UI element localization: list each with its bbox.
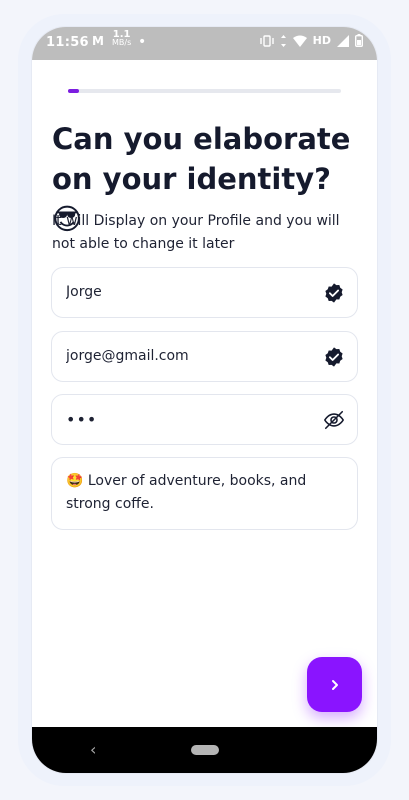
vibrate-icon: [259, 34, 274, 47]
status-icons: HD: [259, 34, 363, 47]
page-subtitle: It will Display on your Profile and you …: [52, 213, 340, 252]
phone-screen: 11:56 M 1.1 MB/s • HD Can you elaborate …: [32, 27, 377, 773]
status-bar: 11:56 M 1.1 MB/s • HD: [32, 27, 377, 60]
bio-text[interactable]: 🤩 Lover of adventure, books, and strong …: [66, 470, 346, 516]
data-arrows-icon: [280, 34, 286, 47]
eye-off-icon[interactable]: [323, 409, 345, 431]
carrier-icon: M: [92, 34, 104, 48]
system-nav-bar: ‹: [32, 727, 377, 773]
next-button[interactable]: [307, 657, 362, 712]
wifi-icon: [292, 35, 307, 47]
home-pill[interactable]: [191, 745, 219, 755]
notification-dot: •: [138, 34, 147, 50]
chevron-right-icon: [331, 679, 338, 690]
email-input[interactable]: [66, 332, 311, 381]
battery-icon: [355, 34, 363, 47]
progress-bar: [68, 89, 341, 93]
name-input[interactable]: [66, 268, 311, 317]
status-time: 11:56: [46, 35, 89, 50]
verified-badge-icon: [325, 347, 343, 367]
progress-bar-fill: [68, 89, 79, 93]
password-field[interactable]: •••: [51, 394, 358, 445]
hd-label: HD: [312, 34, 331, 47]
network-speed-unit: MB/s: [112, 38, 132, 47]
bio-field[interactable]: 🤩 Lover of adventure, books, and strong …: [51, 457, 358, 530]
email-field[interactable]: [51, 331, 358, 382]
signal-icon: [337, 34, 349, 47]
password-input[interactable]: •••: [66, 395, 311, 444]
network-speed: 1.1 MB/s: [112, 30, 132, 47]
back-icon[interactable]: ‹: [90, 740, 96, 759]
verified-badge-icon: [325, 283, 343, 303]
name-field[interactable]: [51, 267, 358, 318]
